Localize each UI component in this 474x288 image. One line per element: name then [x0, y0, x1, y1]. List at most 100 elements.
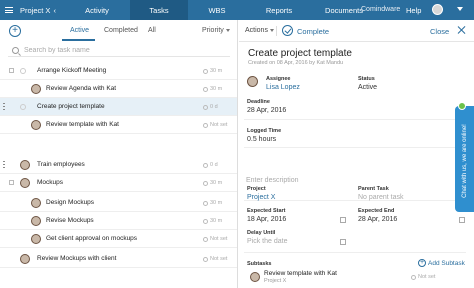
project-switcher[interactable]: Project X ‹ — [14, 6, 64, 15]
deadline-label: Deadline — [247, 99, 270, 105]
expected-start-value[interactable]: 18 Apr, 2016 — [247, 216, 286, 223]
tab-activity[interactable]: Activity — [64, 0, 130, 20]
avatar — [31, 234, 41, 244]
avatar — [31, 216, 41, 226]
subtask-meta: Not set — [411, 274, 435, 280]
drag-handle-icon[interactable] — [3, 103, 5, 111]
task-list-toolbar: + Active Completed All Priority — [0, 20, 237, 42]
subtask-project: Project X — [264, 278, 287, 284]
drag-handle-icon[interactable] — [3, 161, 5, 169]
assignee-label: Assignee — [266, 76, 291, 82]
parent-task-label: Parent Task — [358, 186, 389, 192]
task-title: Design Mockups — [46, 199, 95, 206]
task-detail-pane: Actions Complete Close Create project te… — [239, 20, 474, 288]
task-meta: Not set — [203, 122, 227, 128]
avatar — [31, 120, 41, 130]
complete-button[interactable]: Complete — [297, 27, 329, 36]
status-label: Status — [358, 76, 375, 82]
search-icon — [12, 47, 19, 54]
sort-dropdown[interactable]: Priority — [202, 27, 230, 34]
task-row[interactable]: Review Mockups with client Not set — [0, 250, 237, 268]
clock-icon — [411, 274, 416, 280]
task-title: Mockups — [37, 179, 64, 186]
avatar — [31, 84, 41, 94]
delay-until-value[interactable]: Pick the date — [247, 238, 287, 245]
collapse-toggle-icon[interactable] — [9, 68, 14, 73]
calendar-icon[interactable] — [459, 217, 465, 223]
clock-icon — [203, 68, 208, 74]
task-meta: 0 d — [203, 162, 218, 168]
task-row-selected[interactable]: Create project template 0 d — [0, 98, 237, 116]
project-name: Project X — [20, 5, 51, 15]
chevron-down-icon[interactable] — [457, 7, 463, 11]
tab-reports[interactable]: Reports — [246, 0, 312, 20]
task-title: Arrange Kickoff Meeting — [37, 67, 107, 74]
collapse-toggle-icon[interactable] — [9, 180, 14, 185]
clock-icon — [203, 86, 208, 92]
task-row[interactable]: Arrange Kickoff Meeting 30 m — [0, 62, 237, 80]
subtask-title: Review template with Kat — [264, 270, 337, 277]
chat-widget[interactable]: Chat with us, we are online! — [455, 102, 474, 212]
close-icon[interactable] — [457, 25, 467, 35]
avatar — [20, 160, 30, 170]
subtask-duration: Not set — [418, 274, 436, 280]
task-row[interactable]: Design Mockups 30 m — [0, 194, 237, 212]
subtasks-label: Subtasks — [247, 261, 272, 267]
close-button[interactable]: Close — [430, 27, 449, 36]
add-subtask-button[interactable]: + Add Subtask — [418, 259, 465, 267]
actions-dropdown[interactable]: Actions — [245, 27, 274, 34]
project-value[interactable]: Project X — [247, 194, 275, 201]
subtask-row[interactable]: Review template with Kat Project X Not s… — [244, 268, 466, 286]
sort-label: Priority — [202, 27, 224, 34]
clock-icon — [203, 122, 208, 128]
calendar-icon[interactable] — [340, 217, 346, 223]
menu-icon[interactable] — [0, 0, 14, 20]
avatar — [250, 272, 260, 282]
clock-icon — [203, 236, 208, 242]
task-duration: Not set — [210, 256, 228, 262]
clock-icon — [203, 200, 208, 206]
task-title: Revise Mockups — [46, 217, 94, 224]
tab-completed[interactable]: Completed — [104, 27, 138, 34]
task-row[interactable]: Mockups 30 m — [0, 174, 237, 192]
search-input[interactable] — [24, 47, 224, 54]
complete-checkbox[interactable] — [20, 68, 26, 74]
task-row[interactable]: Get client approval on mockups Not set — [0, 230, 237, 248]
avatar — [31, 198, 41, 208]
check-circle-icon[interactable] — [282, 25, 293, 36]
task-meta: 30 m — [203, 180, 222, 186]
user-avatar[interactable] — [432, 4, 443, 15]
complete-checkbox[interactable] — [20, 104, 26, 110]
add-task-icon[interactable]: + — [9, 25, 21, 37]
tab-active[interactable]: Active — [70, 27, 89, 34]
expected-start-label: Expected Start — [247, 208, 286, 214]
calendar-icon[interactable] — [340, 239, 346, 245]
clock-icon — [203, 256, 208, 262]
tab-tasks[interactable]: Tasks — [130, 0, 188, 20]
task-title: Train employees — [37, 161, 85, 168]
brand-logo: Comindware — [361, 6, 401, 13]
active-tab-indicator — [62, 39, 95, 41]
clock-icon — [203, 218, 208, 224]
divider — [244, 119, 466, 120]
task-row[interactable]: Review template with Kat Not set — [0, 116, 237, 134]
description-field[interactable]: Enter description — [246, 177, 299, 184]
deadline-value[interactable]: 28 Apr, 2016 — [247, 107, 286, 114]
help-link[interactable]: Help — [406, 6, 421, 15]
task-title: Create project template — [37, 103, 105, 110]
project-label: Project — [247, 186, 266, 192]
clock-icon — [203, 104, 208, 110]
created-info: Created on 08 Apr, 2016 by Kat Mandu — [248, 60, 344, 66]
status-value[interactable]: Active — [358, 84, 377, 91]
parent-task-value[interactable]: No parent task — [358, 194, 404, 201]
tab-wbs[interactable]: WBS — [188, 0, 246, 20]
chevron-left-icon[interactable]: ‹ — [53, 6, 56, 15]
task-row[interactable]: Revise Mockups 30 m — [0, 212, 237, 230]
task-row[interactable]: Train employees 0 d — [0, 156, 237, 174]
assignee-value[interactable]: Lisa Lopez — [266, 84, 300, 91]
delay-until-label: Delay Until — [247, 230, 276, 236]
tab-all[interactable]: All — [148, 27, 156, 34]
task-row[interactable]: Review Agenda with Kat 30 m — [0, 80, 237, 98]
task-title[interactable]: Create project template — [248, 48, 352, 59]
expected-end-value[interactable]: 28 Apr, 2016 — [358, 216, 397, 223]
